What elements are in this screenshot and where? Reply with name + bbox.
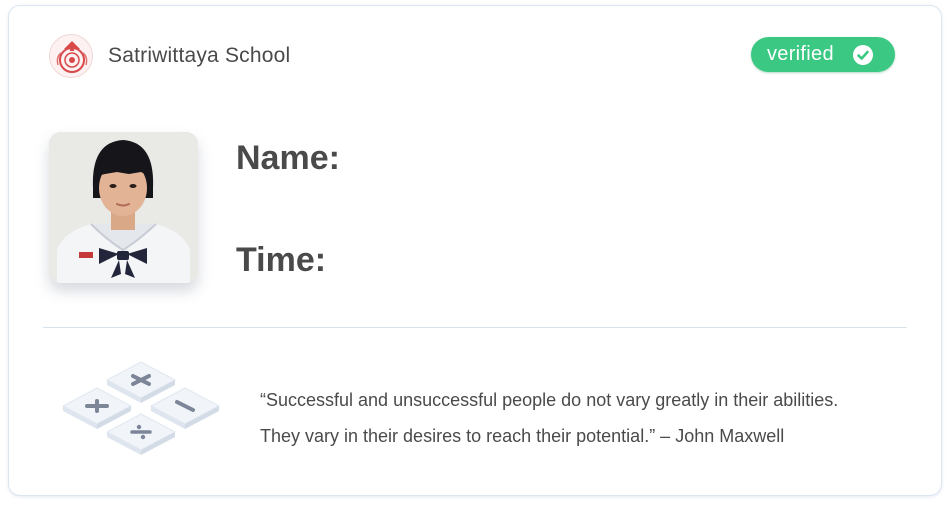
quote-text: “Successful and unsuccessful people do n…	[260, 382, 910, 454]
verified-badge: verified	[751, 37, 895, 72]
time-label: Time:	[236, 241, 327, 279]
name-label: Name:	[236, 139, 340, 177]
quote-line-2: They vary in their desires to reach thei…	[260, 426, 785, 446]
quote-line-1: “Successful and unsuccessful people do n…	[260, 390, 839, 410]
school-name: Satriwittaya School	[108, 44, 291, 67]
verified-label: verified	[767, 43, 834, 65]
check-circle-icon	[853, 45, 873, 65]
school-crest-icon	[49, 34, 93, 78]
math-operators-icon	[53, 358, 229, 468]
divider	[43, 327, 907, 328]
card-header: Satriwittaya School verified	[49, 34, 895, 82]
student-card: Satriwittaya School verified Name: Time:…	[8, 5, 942, 496]
student-photo	[49, 132, 198, 283]
